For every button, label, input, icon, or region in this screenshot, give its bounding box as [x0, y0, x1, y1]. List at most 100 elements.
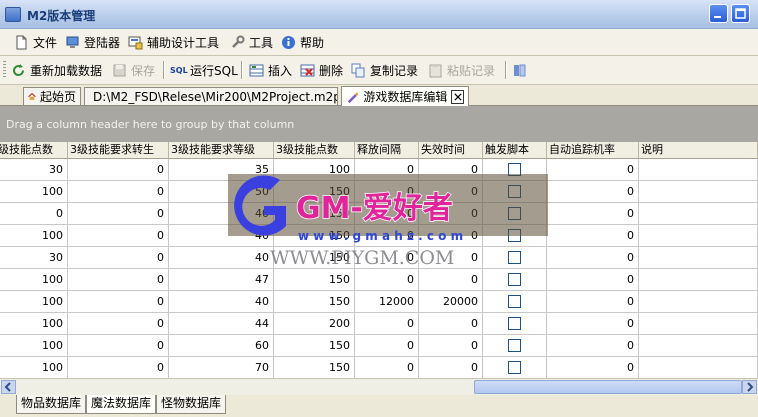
table-cell[interactable]: 0: [68, 357, 169, 378]
table-cell[interactable]: 60: [169, 335, 274, 357]
column-header-col-cast-interval[interactable]: 释放间隔: [355, 142, 419, 159]
table-cell[interactable]: 100: [0, 313, 68, 335]
table-cell[interactable]: 150: [274, 335, 355, 357]
table-cell[interactable]: 150: [274, 203, 355, 225]
table-cell[interactable]: 0: [68, 159, 169, 181]
trigger-script-checkbox[interactable]: [508, 185, 521, 198]
table-cell[interactable]: 50: [169, 181, 274, 203]
table-cell[interactable]: 0: [547, 357, 639, 378]
trigger-script-checkbox[interactable]: [508, 361, 521, 374]
tab-project-file[interactable]: D:\M2_FSD\Relese\Mir200\M2Project.m2proj…: [84, 87, 338, 105]
menu-tools[interactable]: 工具: [230, 33, 273, 51]
table-cell[interactable]: 150: [274, 291, 355, 313]
scroll-left-button[interactable]: [1, 380, 16, 394]
trigger-script-cell[interactable]: [483, 159, 547, 181]
table-cell[interactable]: 40: [169, 247, 274, 269]
table-cell[interactable]: 35: [169, 159, 274, 181]
table-cell[interactable]: 0: [68, 225, 169, 247]
table-cell[interactable]: 0: [355, 247, 419, 269]
table-row[interactable]: 100 0 40 150 12000 20000 0: [0, 291, 758, 313]
column-header-col-req-rebirth[interactable]: 3级技能要求转生: [68, 142, 169, 159]
table-cell[interactable]: 0: [547, 225, 639, 247]
run-sql-button[interactable]: SQL 运行SQL: [170, 61, 238, 79]
trigger-script-cell[interactable]: [483, 181, 547, 203]
table-cell[interactable]: 0: [68, 291, 169, 313]
table-cell[interactable]: 0: [419, 225, 483, 247]
table-row[interactable]: 30 0 35 100 0 0 0: [0, 159, 758, 181]
trigger-script-cell[interactable]: [483, 269, 547, 291]
trigger-script-cell[interactable]: [483, 357, 547, 378]
table-cell[interactable]: 0: [355, 269, 419, 291]
table-cell[interactable]: 0: [419, 203, 483, 225]
trigger-script-cell[interactable]: [483, 225, 547, 247]
table-cell[interactable]: 150: [274, 225, 355, 247]
table-cell[interactable]: 0: [547, 203, 639, 225]
table-cell[interactable]: 0: [355, 335, 419, 357]
table-cell[interactable]: 0: [68, 313, 169, 335]
table-cell[interactable]: 100: [0, 225, 68, 247]
table-cell[interactable]: [639, 313, 758, 335]
reload-data-button[interactable]: 重新加载数据: [11, 61, 102, 79]
save-button[interactable]: 保存: [112, 61, 155, 79]
table-cell[interactable]: 150: [274, 181, 355, 203]
table-cell[interactable]: 20000: [419, 291, 483, 313]
table-cell[interactable]: [639, 269, 758, 291]
table-cell[interactable]: 30: [0, 159, 68, 181]
table-cell[interactable]: 0: [68, 335, 169, 357]
table-cell[interactable]: 0: [419, 269, 483, 291]
trigger-script-checkbox[interactable]: [508, 251, 521, 264]
table-cell[interactable]: 0: [547, 181, 639, 203]
table-cell[interactable]: [639, 247, 758, 269]
menu-design-tools[interactable]: 辅助设计工具: [128, 33, 219, 51]
table-cell[interactable]: 0: [68, 181, 169, 203]
trigger-script-checkbox[interactable]: [508, 273, 521, 286]
table-row[interactable]: 100 0 47 150 0 0 0: [0, 269, 758, 291]
tab-monster-db[interactable]: 怪物数据库: [156, 395, 226, 414]
menu-file[interactable]: 文件: [14, 33, 57, 51]
toolbar-grip[interactable]: [3, 61, 6, 79]
table-cell[interactable]: [639, 357, 758, 378]
table-cell[interactable]: 150: [274, 357, 355, 378]
table-cell[interactable]: 0: [419, 247, 483, 269]
tab-game-db-editor[interactable]: 游戏数据库编辑: [341, 86, 469, 106]
table-cell[interactable]: 100: [274, 159, 355, 181]
copy-record-button[interactable]: 复制记录: [351, 61, 418, 79]
table-row[interactable]: 100 0 70 150 0 0 0: [0, 357, 758, 378]
column-header-col-expire-time[interactable]: 失效时间: [419, 142, 483, 159]
group-by-panel[interactable]: Drag a column header here to group by th…: [0, 106, 758, 142]
scroll-thumb[interactable]: [474, 380, 742, 394]
table-cell[interactable]: 0: [355, 225, 419, 247]
table-cell[interactable]: 12000: [355, 291, 419, 313]
table-cell[interactable]: 0: [355, 181, 419, 203]
delete-button[interactable]: 删除: [300, 61, 343, 79]
column-header-col-skill-points-3[interactable]: 3级技能点数: [274, 142, 355, 159]
trigger-script-checkbox[interactable]: [508, 339, 521, 352]
trigger-script-cell[interactable]: [483, 313, 547, 335]
menu-launcher[interactable]: 登陆器: [65, 33, 120, 51]
maximize-button[interactable]: [731, 4, 750, 23]
table-cell[interactable]: 100: [0, 291, 68, 313]
table-cell[interactable]: 0: [68, 203, 169, 225]
table-cell[interactable]: 40: [169, 203, 274, 225]
table-row[interactable]: 100 0 50 150 0 0 0: [0, 181, 758, 203]
table-cell[interactable]: 0: [547, 335, 639, 357]
trigger-script-cell[interactable]: [483, 335, 547, 357]
minimize-button[interactable]: [709, 4, 728, 23]
menu-help[interactable]: 帮助: [281, 33, 324, 51]
trigger-script-checkbox[interactable]: [508, 317, 521, 330]
table-row[interactable]: 30 0 40 150 0 0 0: [0, 247, 758, 269]
tab-start-page[interactable]: 起始页: [23, 87, 81, 105]
table-cell[interactable]: 0: [355, 159, 419, 181]
column-header-col-trigger-script[interactable]: 触发脚本: [483, 142, 547, 159]
trigger-script-checkbox[interactable]: [508, 207, 521, 220]
table-cell[interactable]: 47: [169, 269, 274, 291]
trigger-script-checkbox[interactable]: [508, 163, 521, 176]
trigger-script-checkbox[interactable]: [508, 229, 521, 242]
tab-magic-db[interactable]: 魔法数据库: [86, 395, 156, 414]
table-row[interactable]: 0 0 40 150 0 0 0: [0, 203, 758, 225]
table-cell[interactable]: 0: [419, 159, 483, 181]
table-cell[interactable]: 100: [0, 181, 68, 203]
table-cell[interactable]: 44: [169, 313, 274, 335]
column-header-col-description[interactable]: 说明: [639, 142, 758, 159]
table-cell[interactable]: 0: [68, 269, 169, 291]
